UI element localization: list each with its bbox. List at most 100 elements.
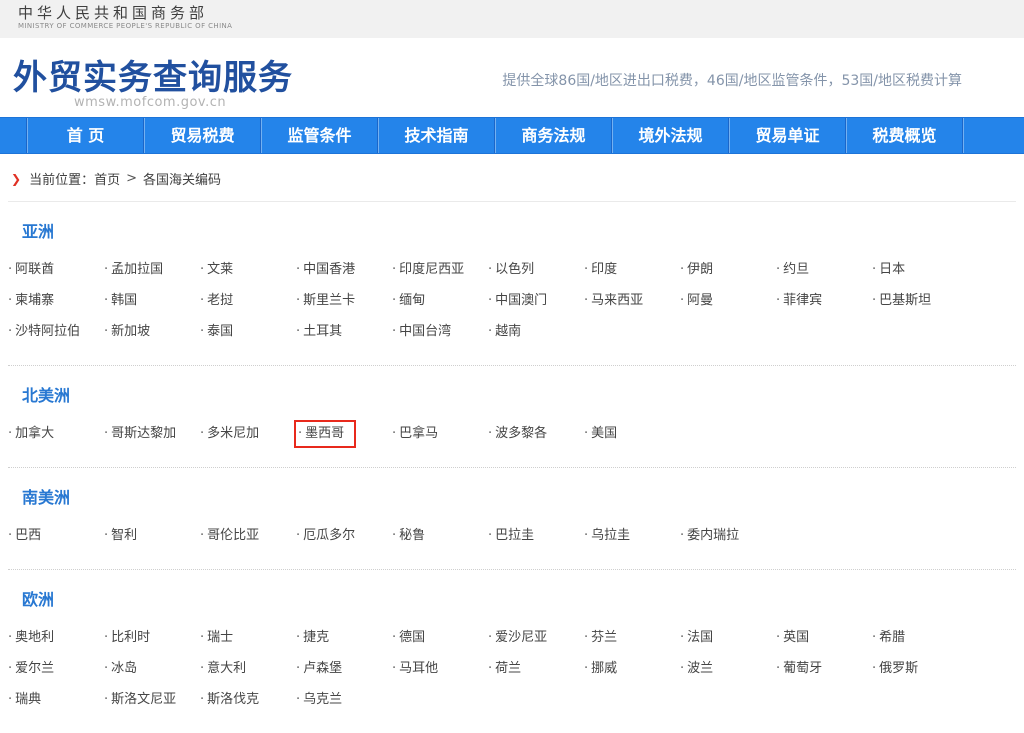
country-link[interactable]: 斯里兰卡 <box>303 293 355 308</box>
nav-tab-4[interactable]: 技术指南 <box>379 118 494 153</box>
country-link[interactable]: 中国台湾 <box>399 324 451 339</box>
country-link[interactable]: 卢森堡 <box>303 661 342 676</box>
country-link[interactable]: 中国澳门 <box>495 293 547 308</box>
country-list: ·巴西·智利·哥伦比亚·厄瓜多尔·秘鲁·巴拉圭·乌拉圭·委内瑞拉 <box>8 520 988 551</box>
country-item: ·斯洛伐克 <box>200 684 296 715</box>
nav-tab-3[interactable]: 监管条件 <box>262 118 377 153</box>
country-link[interactable]: 印度 <box>591 262 617 277</box>
country-link[interactable]: 韩国 <box>111 293 137 308</box>
bullet-icon: · <box>392 324 396 339</box>
bullet-icon: · <box>104 324 108 339</box>
country-item: ·卢森堡 <box>296 653 392 684</box>
country-link[interactable]: 中国香港 <box>303 262 355 277</box>
country-link[interactable]: 巴基斯坦 <box>879 293 931 308</box>
bullet-icon: · <box>776 661 780 676</box>
country-link[interactable]: 秘鲁 <box>399 528 425 543</box>
country-link[interactable]: 老挝 <box>207 293 233 308</box>
country-link[interactable]: 印度尼西亚 <box>399 262 464 277</box>
country-link[interactable]: 斯洛伐克 <box>207 692 259 707</box>
country-link[interactable]: 委内瑞拉 <box>687 528 739 543</box>
country-link[interactable]: 芬兰 <box>591 630 617 645</box>
bullet-icon: · <box>776 630 780 645</box>
nav-tab-5[interactable]: 商务法规 <box>496 118 611 153</box>
country-link[interactable]: 荷兰 <box>495 661 521 676</box>
country-item: ·菲律宾 <box>776 285 872 316</box>
country-link[interactable]: 缅甸 <box>399 293 425 308</box>
country-item: ·斯里兰卡 <box>296 285 392 316</box>
country-link[interactable]: 瑞典 <box>15 692 41 707</box>
country-item: ·中国澳门 <box>488 285 584 316</box>
country-link[interactable]: 墨西哥 <box>305 426 344 441</box>
country-link[interactable]: 乌克兰 <box>303 692 342 707</box>
country-link[interactable]: 伊朗 <box>687 262 713 277</box>
country-link[interactable]: 土耳其 <box>303 324 342 339</box>
country-link[interactable]: 马来西亚 <box>591 293 643 308</box>
country-link[interactable]: 沙特阿拉伯 <box>15 324 80 339</box>
country-link[interactable]: 美国 <box>591 426 617 441</box>
country-link[interactable]: 比利时 <box>111 630 150 645</box>
country-link[interactable]: 厄瓜多尔 <box>303 528 355 543</box>
country-item: ·中国香港 <box>296 254 392 285</box>
nav-tab-1[interactable]: 首 页 <box>28 118 143 153</box>
country-link[interactable]: 波多黎各 <box>495 426 547 441</box>
country-item: ·比利时 <box>104 622 200 653</box>
bullet-icon: · <box>680 528 684 543</box>
country-link[interactable]: 文莱 <box>207 262 233 277</box>
country-link[interactable]: 菲律宾 <box>783 293 822 308</box>
country-link[interactable]: 智利 <box>111 528 137 543</box>
highlight-box: ·墨西哥 <box>294 420 356 448</box>
nav-tab-7[interactable]: 贸易单证 <box>730 118 845 153</box>
bullet-icon: · <box>584 630 588 645</box>
country-link[interactable]: 越南 <box>495 324 521 339</box>
country-item: ·瑞士 <box>200 622 296 653</box>
country-link[interactable]: 阿曼 <box>687 293 713 308</box>
nav-tab-6[interactable]: 境外法规 <box>613 118 728 153</box>
country-link[interactable]: 约旦 <box>783 262 809 277</box>
country-item: ·伊朗 <box>680 254 776 285</box>
country-item: ·捷克 <box>296 622 392 653</box>
country-link[interactable]: 泰国 <box>207 324 233 339</box>
country-link[interactable]: 阿联酋 <box>15 262 54 277</box>
country-item: ·斯洛文尼亚 <box>104 684 200 715</box>
country-item: ·日本 <box>872 254 968 285</box>
country-link[interactable]: 多米尼加 <box>207 426 259 441</box>
country-link[interactable]: 巴拿马 <box>399 426 438 441</box>
country-link[interactable]: 英国 <box>783 630 809 645</box>
country-link[interactable]: 法国 <box>687 630 713 645</box>
country-link[interactable]: 日本 <box>879 262 905 277</box>
country-link[interactable]: 加拿大 <box>15 426 54 441</box>
country-link[interactable]: 波兰 <box>687 661 713 676</box>
country-link[interactable]: 葡萄牙 <box>783 661 822 676</box>
country-item: ·阿联酋 <box>8 254 104 285</box>
country-link[interactable]: 哥伦比亚 <box>207 528 259 543</box>
country-link[interactable]: 冰岛 <box>111 661 137 676</box>
country-link[interactable]: 捷克 <box>303 630 329 645</box>
country-link[interactable]: 哥斯达黎加 <box>111 426 176 441</box>
country-link[interactable]: 德国 <box>399 630 425 645</box>
country-link[interactable]: 马耳他 <box>399 661 438 676</box>
country-link[interactable]: 意大利 <box>207 661 246 676</box>
country-link[interactable]: 柬埔寨 <box>15 293 54 308</box>
bullet-icon: · <box>584 262 588 277</box>
country-link[interactable]: 孟加拉国 <box>111 262 163 277</box>
country-link[interactable]: 挪威 <box>591 661 617 676</box>
country-link[interactable]: 乌拉圭 <box>591 528 630 543</box>
country-link[interactable]: 希腊 <box>879 630 905 645</box>
nav-tab-8[interactable]: 税费概览 <box>847 118 962 153</box>
country-link[interactable]: 巴拉圭 <box>495 528 534 543</box>
country-link[interactable]: 以色列 <box>495 262 534 277</box>
country-link[interactable]: 斯洛文尼亚 <box>111 692 176 707</box>
country-link[interactable]: 新加坡 <box>111 324 150 339</box>
nav-tab-2[interactable]: 贸易税费 <box>145 118 260 153</box>
bullet-icon: · <box>200 661 204 676</box>
country-link[interactable]: 俄罗斯 <box>879 661 918 676</box>
bullet-icon: · <box>104 528 108 543</box>
country-link[interactable]: 爱沙尼亚 <box>495 630 547 645</box>
country-link[interactable]: 瑞士 <box>207 630 233 645</box>
country-link[interactable]: 巴西 <box>15 528 41 543</box>
site-header: 外贸实务查询服务 wmsw.mofcom.gov.cn 提供全球86国/地区进出… <box>0 38 1024 117</box>
breadcrumb-home-link[interactable]: 首页 <box>94 169 120 188</box>
country-link[interactable]: 奥地利 <box>15 630 54 645</box>
country-link[interactable]: 爱尔兰 <box>15 661 54 676</box>
bullet-icon: · <box>200 262 204 277</box>
